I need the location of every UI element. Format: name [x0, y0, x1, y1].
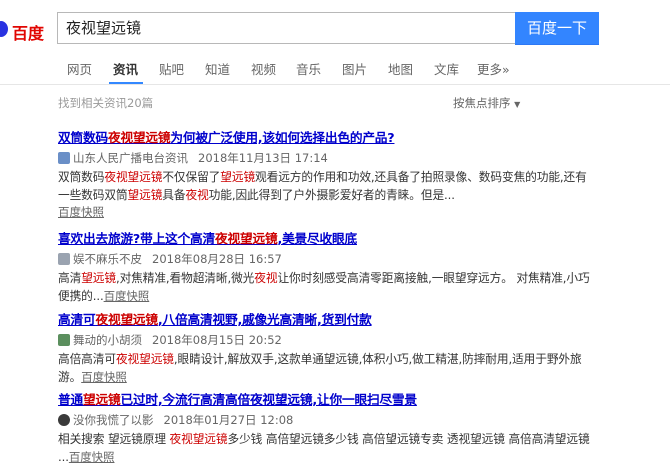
- source-icon: [58, 334, 70, 346]
- snapshot-link[interactable]: 百度快照: [81, 370, 127, 384]
- tab-news[interactable]: 资讯: [113, 59, 138, 78]
- snapshot-link[interactable]: 百度快照: [104, 289, 150, 303]
- result-meta: 山东人民广播电台资讯 2018年11月13日 17:14: [58, 150, 598, 166]
- result-source: 娱不麻乐不皮: [73, 252, 142, 266]
- tab-wenku[interactable]: 文库: [434, 59, 459, 78]
- snapshot-link[interactable]: 百度快照: [69, 450, 115, 464]
- search-input[interactable]: 夜视望远镜: [57, 12, 515, 44]
- logo-text: 百度: [12, 24, 45, 43]
- result-time: 2018年08月15日 20:52: [152, 333, 282, 347]
- tab-webpage[interactable]: 网页: [67, 59, 92, 78]
- tab-map[interactable]: 地图: [388, 59, 413, 78]
- sort-label: 按焦点排序: [453, 96, 511, 110]
- source-icon: [58, 414, 70, 426]
- result-title[interactable]: 双筒数码夜视望远镜为何被广泛使用,该如何选择出色的产品?: [58, 127, 598, 146]
- result-source: 舞动的小胡须: [73, 333, 142, 347]
- tab-tieba[interactable]: 贴吧: [159, 59, 184, 78]
- result-snippet: 高倍高清可夜视望远镜,眼睛设计,解放双手,这款单通望远镜,体积小巧,做工精湛,防…: [58, 352, 582, 384]
- result-meta: 没你我慌了以影 2018年01月27日 12:08: [58, 412, 598, 428]
- nav-divider: [0, 84, 670, 85]
- result-title[interactable]: 高清可夜视望远镜,八倍高清视野,戚像光高清晰,货到付款: [58, 309, 598, 328]
- tab-images[interactable]: 图片: [342, 59, 367, 78]
- search-button[interactable]: 百度一下: [515, 12, 599, 45]
- tab-music[interactable]: 音乐: [296, 59, 321, 78]
- results-count: 找到相关资讯20篇: [58, 96, 154, 110]
- result-source: 山东人民广播电台资讯: [73, 151, 188, 165]
- result-meta: 舞动的小胡须 2018年08月15日 20:52: [58, 332, 598, 348]
- result-time: 2018年01月27日 12:08: [163, 413, 294, 427]
- result-time: 2018年08月28日 16:57: [152, 252, 282, 266]
- result-snippet: 双筒数码夜视望远镜不仅保留了望远镜观看远方的作用和功效,还具备了拍照录像、数码变…: [58, 170, 587, 202]
- source-icon: [58, 152, 70, 164]
- result-item: 喜欢出去旅游?带上这个高清夜视望远镜,美景尽收眼底 娱不麻乐不皮 2018年08月…: [58, 228, 598, 305]
- tab-zhidao[interactable]: 知道: [205, 59, 230, 78]
- caret-down-icon: ▼: [514, 100, 521, 109]
- paw-icon: [0, 19, 12, 39]
- search-tabs: 网页 资讯 贴吧 知道 视频 音乐 图片 地图 文库 更多»: [0, 53, 670, 83]
- result-meta: 娱不麻乐不皮 2018年08月28日 16:57: [58, 251, 598, 267]
- tab-video[interactable]: 视频: [251, 59, 276, 78]
- source-icon: [58, 253, 70, 265]
- tab-more[interactable]: 更多»: [477, 59, 510, 78]
- result-time: 2018年11月13日 17:14: [198, 151, 328, 165]
- result-item: 普通望远镜已过时,今流行高清高倍夜视望远镜,让你一眼扫尽雪景 没你我慌了以影 20…: [58, 389, 598, 466]
- result-title[interactable]: 喜欢出去旅游?带上这个高清夜视望远镜,美景尽收眼底: [58, 228, 598, 247]
- baidu-logo[interactable]: 百度: [0, 10, 50, 46]
- snapshot-link[interactable]: 百度快照: [58, 205, 104, 219]
- result-item: 双筒数码夜视望远镜为何被广泛使用,该如何选择出色的产品? 山东人民广播电台资讯 2…: [58, 127, 598, 220]
- sort-dropdown[interactable]: 按焦点排序 ▼: [453, 95, 520, 111]
- result-source: 没你我慌了以影: [73, 413, 154, 427]
- result-item: 高清可夜视望远镜,八倍高清视野,戚像光高清晰,货到付款 舞动的小胡须 2018年0…: [58, 309, 598, 386]
- result-title[interactable]: 普通望远镜已过时,今流行高清高倍夜视望远镜,让你一眼扫尽雪景: [58, 389, 598, 408]
- result-snippet: 高清望远镜,对焦精准,看物超清晰,微光夜视让你时刻感受高清零距离接触,一眼望穿远…: [58, 271, 590, 303]
